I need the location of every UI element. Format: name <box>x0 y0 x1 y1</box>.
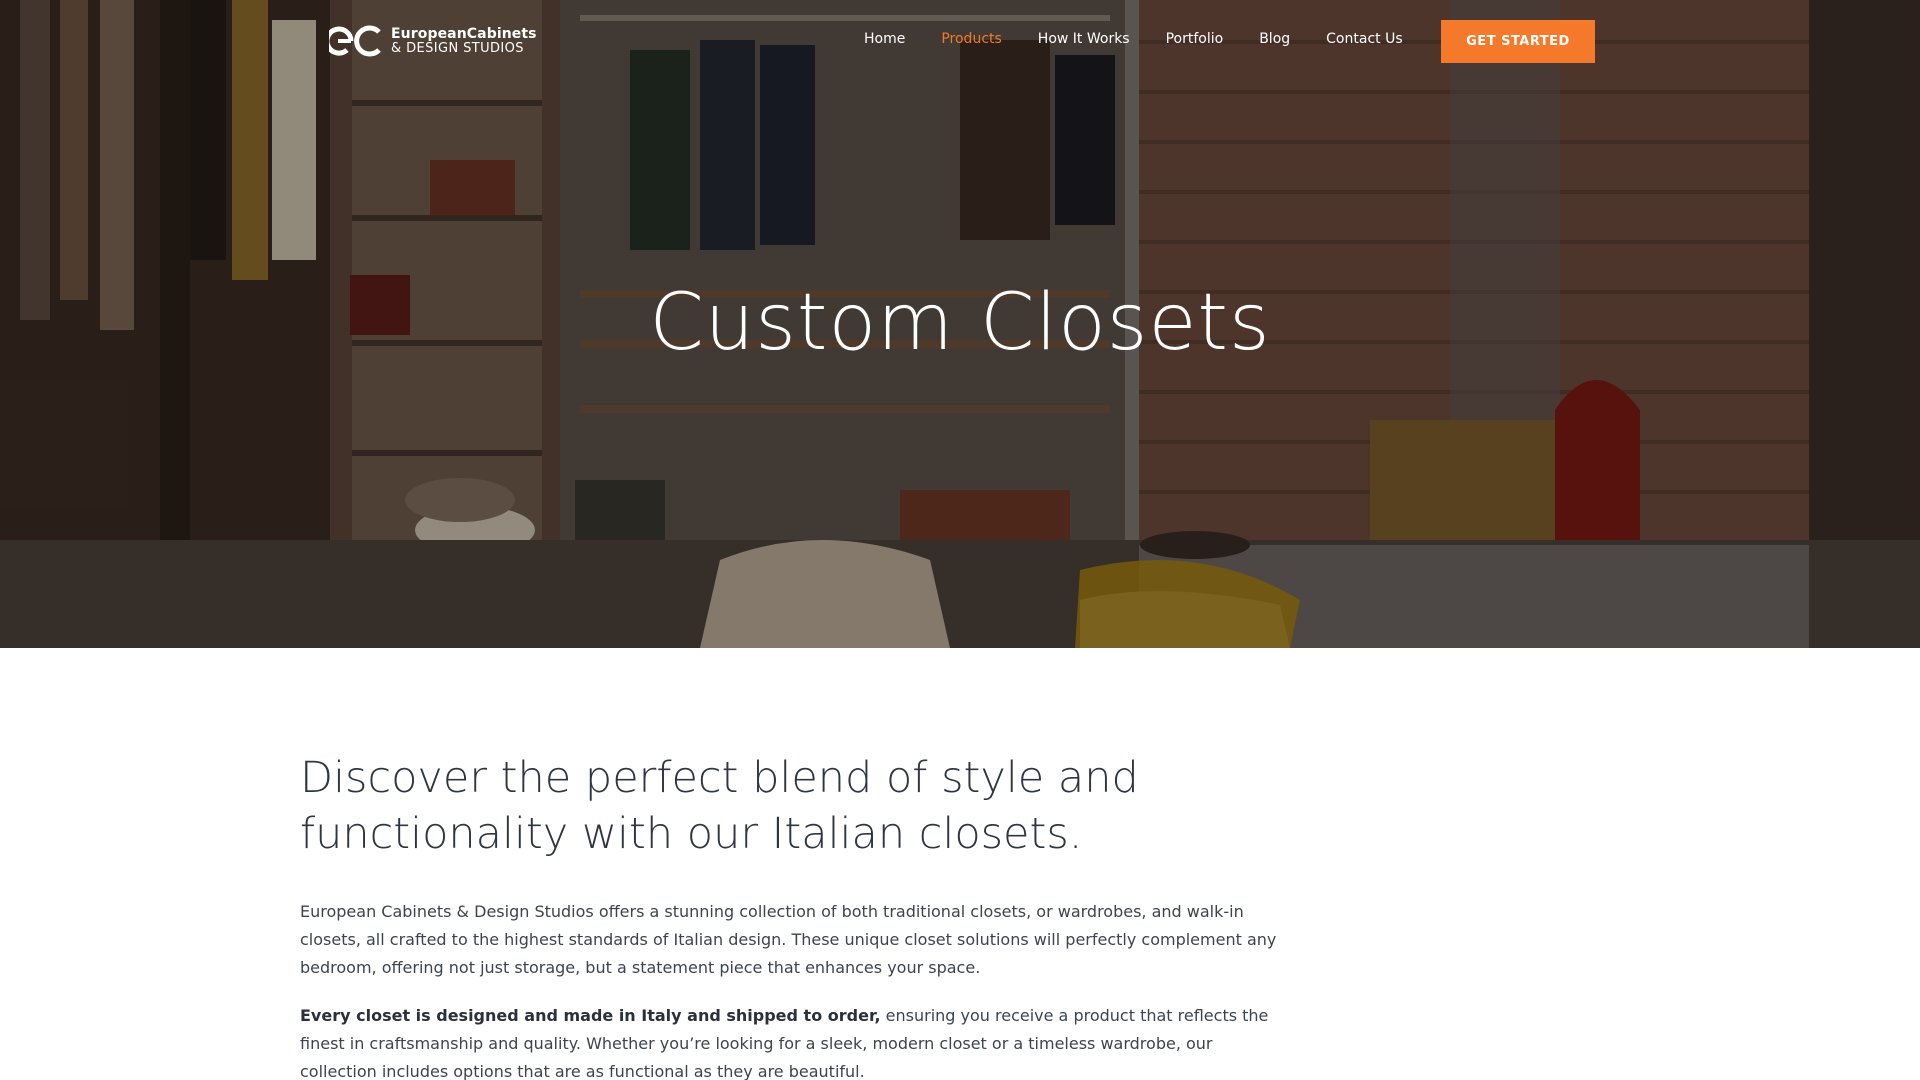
intro-section: Discover the perfect blend of style and … <box>300 750 1290 1080</box>
nav-portfolio[interactable]: Portfolio <box>1166 31 1224 47</box>
nav-blog[interactable]: Blog <box>1259 31 1290 47</box>
logo-line2: & DESIGN STUDIOS <box>391 40 524 56</box>
intro-paragraph-2-bold: Every closet is designed and made in Ita… <box>300 1006 881 1025</box>
site-logo[interactable]: EuropeanCabinets & DESIGN STUDIOS <box>329 23 537 59</box>
page-title: Custom Closets <box>649 278 1271 368</box>
nav-contact-us[interactable]: Contact Us <box>1326 31 1402 47</box>
intro-paragraph-2: Every closet is designed and made in Ita… <box>300 1002 1290 1080</box>
logo-line1: EuropeanCabinets <box>391 25 537 42</box>
main-nav: Home Products How It Works Portfolio Blo… <box>864 31 1439 47</box>
nav-how-it-works[interactable]: How It Works <box>1038 31 1130 47</box>
nav-home[interactable]: Home <box>864 31 905 47</box>
get-started-button[interactable]: GET STARTED <box>1441 20 1595 63</box>
hero-banner: EuropeanCabinets & DESIGN STUDIOS Home P… <box>0 0 1920 648</box>
nav-products[interactable]: Products <box>941 31 1001 47</box>
intro-paragraph-1: European Cabinets & Design Studios offer… <box>300 902 1277 977</box>
intro-headline: Discover the perfect blend of style and … <box>300 753 1139 859</box>
ec-logo-icon <box>329 25 381 57</box>
